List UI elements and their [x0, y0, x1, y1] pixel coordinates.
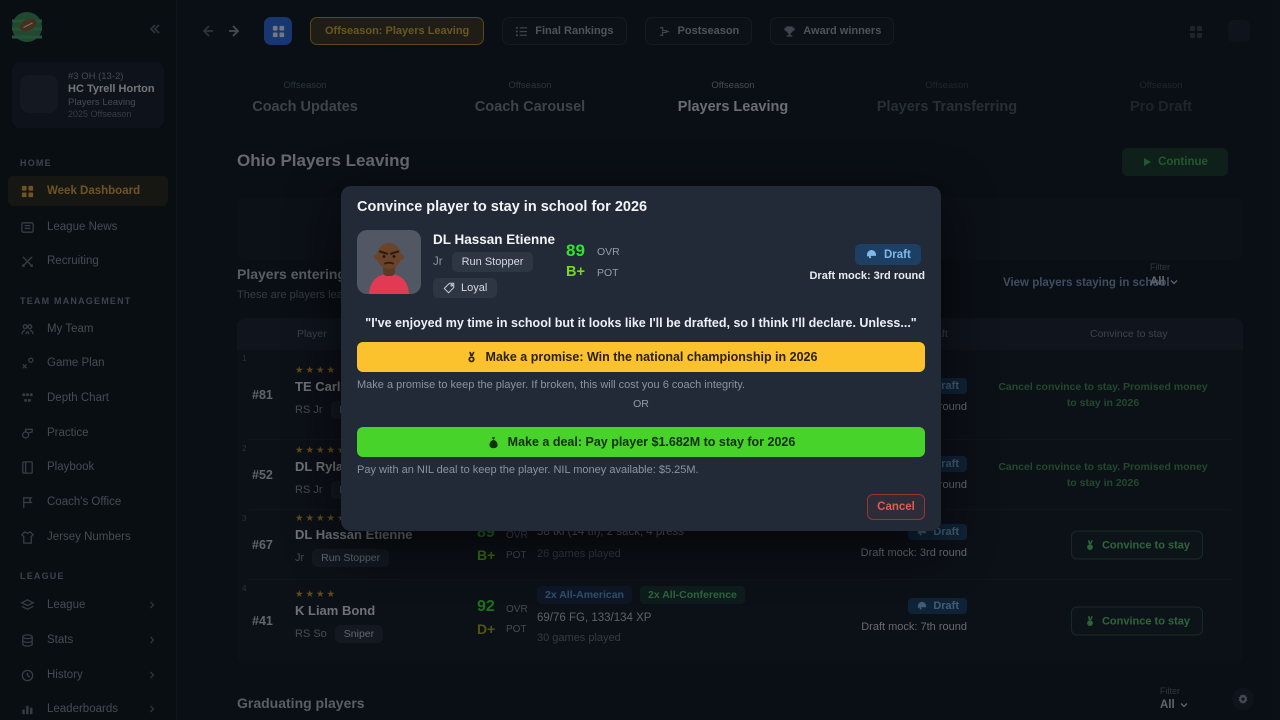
deal-caption: Pay with an NIL deal to keep the player.… [357, 464, 699, 476]
helmet-icon [865, 248, 878, 261]
player-avatar [357, 230, 421, 294]
cancel-button[interactable]: Cancel [867, 494, 925, 520]
tag-icon [443, 282, 455, 294]
money-bag-icon [487, 436, 500, 449]
convince-player-modal: Convince player to stay in school for 20… [341, 186, 941, 531]
make-deal-label: Make a deal: Pay player $1.682M to stay … [508, 435, 796, 449]
draft-mock: Draft mock: 3rd round [809, 270, 925, 282]
make-promise-label: Make a promise: Win the national champio… [486, 350, 818, 364]
modal-title: Convince player to stay in school for 20… [357, 199, 647, 215]
player-name: DL Hassan Etienne [433, 232, 555, 247]
medal-icon [465, 351, 478, 364]
loyal-badge: Loyal [433, 278, 497, 298]
overall-rating: 89 [566, 241, 585, 261]
draft-badge-label: Draft [884, 249, 911, 261]
player-quote: "I've enjoyed my time in school but it l… [357, 316, 925, 330]
or-divider: OR [357, 398, 925, 410]
promise-caption: Make a promise to keep the player. If br… [357, 379, 745, 391]
make-promise-button[interactable]: Make a promise: Win the national champio… [357, 342, 925, 372]
potential-rating: B+ [566, 264, 585, 280]
potential-label: POT [597, 267, 619, 279]
app-screen: #3 OH (13-2) HC Tyrell Horton Players Le… [0, 0, 1280, 720]
make-deal-button[interactable]: Make a deal: Pay player $1.682M to stay … [357, 427, 925, 457]
loyal-label: Loyal [461, 282, 487, 294]
player-trait-badge: Run Stopper [452, 252, 534, 272]
draft-badge: Draft [855, 244, 921, 265]
player-class: Jr [433, 256, 443, 268]
overall-label: OVR [597, 246, 620, 258]
